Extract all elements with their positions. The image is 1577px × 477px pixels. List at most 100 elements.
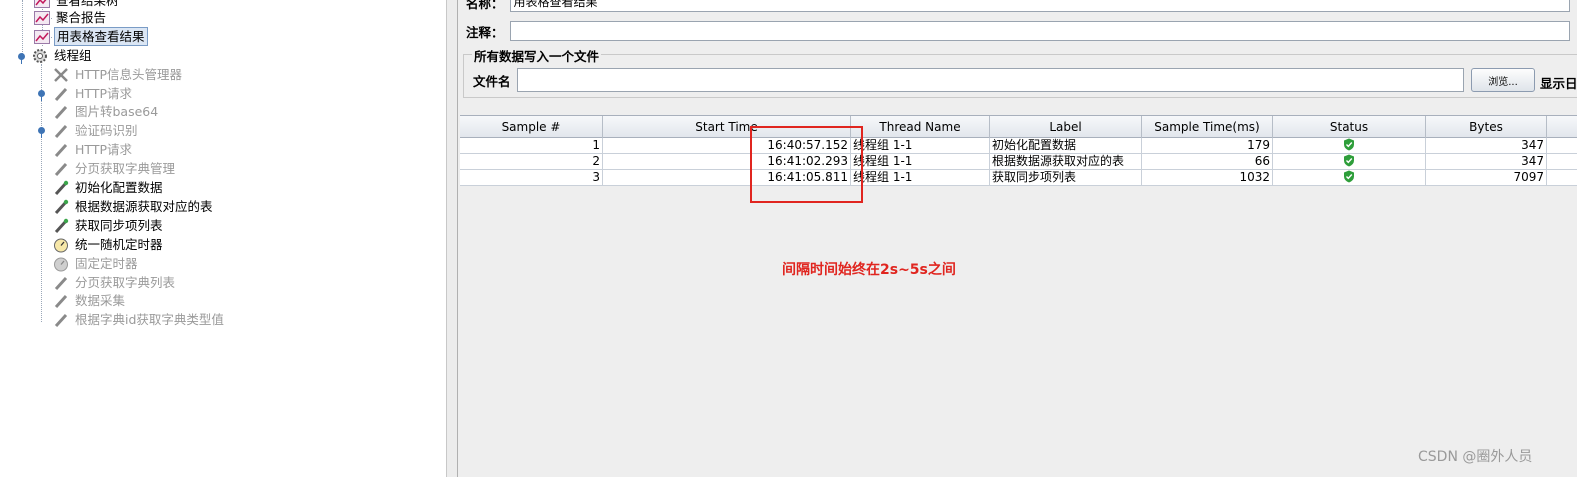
tree-item-aggregate-report[interactable]: 聚合报告 <box>33 8 108 27</box>
tree-item-dict-page-list[interactable]: 分页获取字典列表 <box>52 273 177 292</box>
tree-item-label: 用表格查看结果 <box>54 27 148 46</box>
tree-item-label: 图片转base64 <box>75 104 159 119</box>
pipette-icon <box>52 312 70 328</box>
cell-sample-time: 1032 <box>1142 170 1273 186</box>
cell-thread-name: 线程组 1-1 <box>851 170 990 186</box>
tree-item-label: 初始化配置数据 <box>75 180 163 195</box>
cell-sample: 1 <box>460 138 603 154</box>
pipette-icon <box>52 275 70 291</box>
cell-bytes: 347 <box>1426 154 1547 170</box>
tree-item-http-header-manager[interactable]: HTTP信息头管理器 <box>52 65 184 84</box>
pipette-icon <box>52 218 70 234</box>
cell-status <box>1273 170 1426 186</box>
shield-check-icon <box>1343 138 1355 154</box>
cell-status <box>1273 138 1426 154</box>
listener-graph-icon <box>33 29 51 45</box>
tree-item-http-request[interactable]: HTTP请求 <box>52 84 134 103</box>
column-header[interactable]: Status <box>1273 116 1426 138</box>
cell-label: 获取同步项列表 <box>990 170 1142 186</box>
cell-sample: 2 <box>460 154 603 170</box>
results-table-panel: 名称： 用表格查看结果 注释： 所有数据写入一个文件 文件名 浏览... 显示日… <box>458 0 1577 477</box>
stopwatch-icon <box>52 256 70 272</box>
tree-connector <box>41 64 42 322</box>
test-plan-tree[interactable]: 查看结果树 聚合报告 用表格查看结果 线程组 HTTP信息头管理器 HTTP请求… <box>0 0 446 477</box>
expand-toggle[interactable] <box>38 90 45 101</box>
name-field[interactable]: 用表格查看结果 <box>509 0 1570 12</box>
log-display-label: 显示日 <box>1540 76 1577 91</box>
pipette-icon <box>52 293 70 309</box>
tree-item-get-sync-items[interactable]: 获取同步项列表 <box>52 216 165 235</box>
comment-row: 注释： <box>466 21 1570 41</box>
tree-item-image-base64[interactable]: 图片转base64 <box>52 102 160 121</box>
column-header[interactable]: Sample Time(ms) <box>1142 116 1273 138</box>
tree-item-captcha-recognition[interactable]: 验证码识别 <box>52 121 140 140</box>
tree-item-label: 线程组 <box>54 48 92 63</box>
cell-status <box>1273 154 1426 170</box>
cell-bytes: 7097 <box>1426 170 1547 186</box>
comment-field[interactable] <box>509 21 1570 41</box>
column-header[interactable]: Label <box>990 116 1142 138</box>
results-table[interactable]: Sample # Start Time Thread Name Label Sa… <box>460 115 1577 477</box>
name-label: 名称： <box>466 0 504 11</box>
cell-bytes: 347 <box>1426 138 1547 154</box>
tree-item-data-collect[interactable]: 数据采集 <box>52 291 127 310</box>
cell-label: 初始化配置数据 <box>990 138 1142 154</box>
column-header-spacer <box>1547 116 1577 138</box>
tree-connector <box>22 0 23 58</box>
annotation-highlight-box <box>750 126 863 203</box>
comment-label: 注释： <box>466 24 504 40</box>
filename-label: 文件名 <box>473 73 511 89</box>
tree-item-label: 分页获取字典管理 <box>75 161 176 176</box>
pipette-icon <box>52 180 70 196</box>
column-header[interactable]: Sample # <box>460 116 603 138</box>
tree-item-dict-page-manage[interactable]: 分页获取字典管理 <box>52 159 177 178</box>
browse-button[interactable]: 浏览... <box>1471 68 1535 92</box>
pipette-icon <box>52 104 70 120</box>
pipette-icon <box>52 161 70 177</box>
table-row[interactable]: 1 16:40:57.152 线程组 1-1 初始化配置数据 179 347 <box>460 138 1577 154</box>
cell-label: 根据数据源获取对应的表 <box>990 154 1142 170</box>
tree-item-label: 验证码识别 <box>75 123 138 138</box>
tree-item-get-table-by-source[interactable]: 根据数据源获取对应的表 <box>52 197 215 216</box>
tree-item-label: 分页获取字典列表 <box>75 275 176 290</box>
table-row[interactable]: 3 16:41:05.811 线程组 1-1 获取同步项列表 1032 7097 <box>460 170 1577 186</box>
tree-item-label: 数据采集 <box>75 293 126 308</box>
cell-sample: 3 <box>460 170 603 186</box>
pipette-icon <box>52 123 70 139</box>
table-row[interactable]: 2 16:41:02.293 线程组 1-1 根据数据源获取对应的表 66 34… <box>460 154 1577 170</box>
tree-item-label: HTTP信息头管理器 <box>75 67 182 82</box>
cell-sample-time: 179 <box>1142 138 1273 154</box>
split-pane-divider[interactable] <box>446 0 458 477</box>
column-header[interactable]: Bytes <box>1426 116 1547 138</box>
listener-graph-icon <box>33 10 51 26</box>
tree-item-label: HTTP请求 <box>75 142 132 157</box>
tree-item-label: 固定定时器 <box>75 256 138 271</box>
wrench-cross-icon <box>52 67 70 83</box>
tree-item-label: 获取同步项列表 <box>75 218 163 233</box>
cell-sample-time: 66 <box>1142 154 1273 170</box>
tree-item-view-results-in-table[interactable]: 用表格查看结果 <box>33 27 148 46</box>
tree-item-init-config[interactable]: 初始化配置数据 <box>52 178 165 197</box>
tree-item-constant-timer[interactable]: 固定定时器 <box>52 254 140 273</box>
pipette-icon <box>52 199 70 215</box>
annotation-text: 间隔时间始终在2s~5s之间 <box>782 262 956 278</box>
pipette-icon <box>52 142 70 158</box>
table-header: Sample # Start Time Thread Name Label Sa… <box>460 116 1577 138</box>
tree-item-thread-group[interactable]: 线程组 <box>31 46 94 65</box>
name-row: 名称： 用表格查看结果 <box>466 0 1570 12</box>
cell-thread-name: 线程组 1-1 <box>851 138 990 154</box>
tree-item-label: 统一随机定时器 <box>75 237 163 252</box>
column-header[interactable]: Thread Name <box>851 116 990 138</box>
tree-item-http-request-2[interactable]: HTTP请求 <box>52 140 134 159</box>
expand-toggle[interactable] <box>38 127 45 138</box>
shield-check-icon <box>1343 154 1355 170</box>
watermark: CSDN @圈外人员 <box>1418 449 1533 465</box>
gear-icon <box>31 48 49 64</box>
filename-row: 文件名 <box>473 68 1464 92</box>
tree-item-uniform-random-timer[interactable]: 统一随机定时器 <box>52 235 165 254</box>
filename-field[interactable] <box>516 68 1464 92</box>
stopwatch-icon <box>52 237 70 253</box>
tree-item-dict-type-by-id[interactable]: 根据字典id获取字典类型值 <box>52 310 226 329</box>
expand-toggle[interactable] <box>18 53 25 64</box>
tree-item-label: 根据字典id获取字典类型值 <box>75 312 224 327</box>
